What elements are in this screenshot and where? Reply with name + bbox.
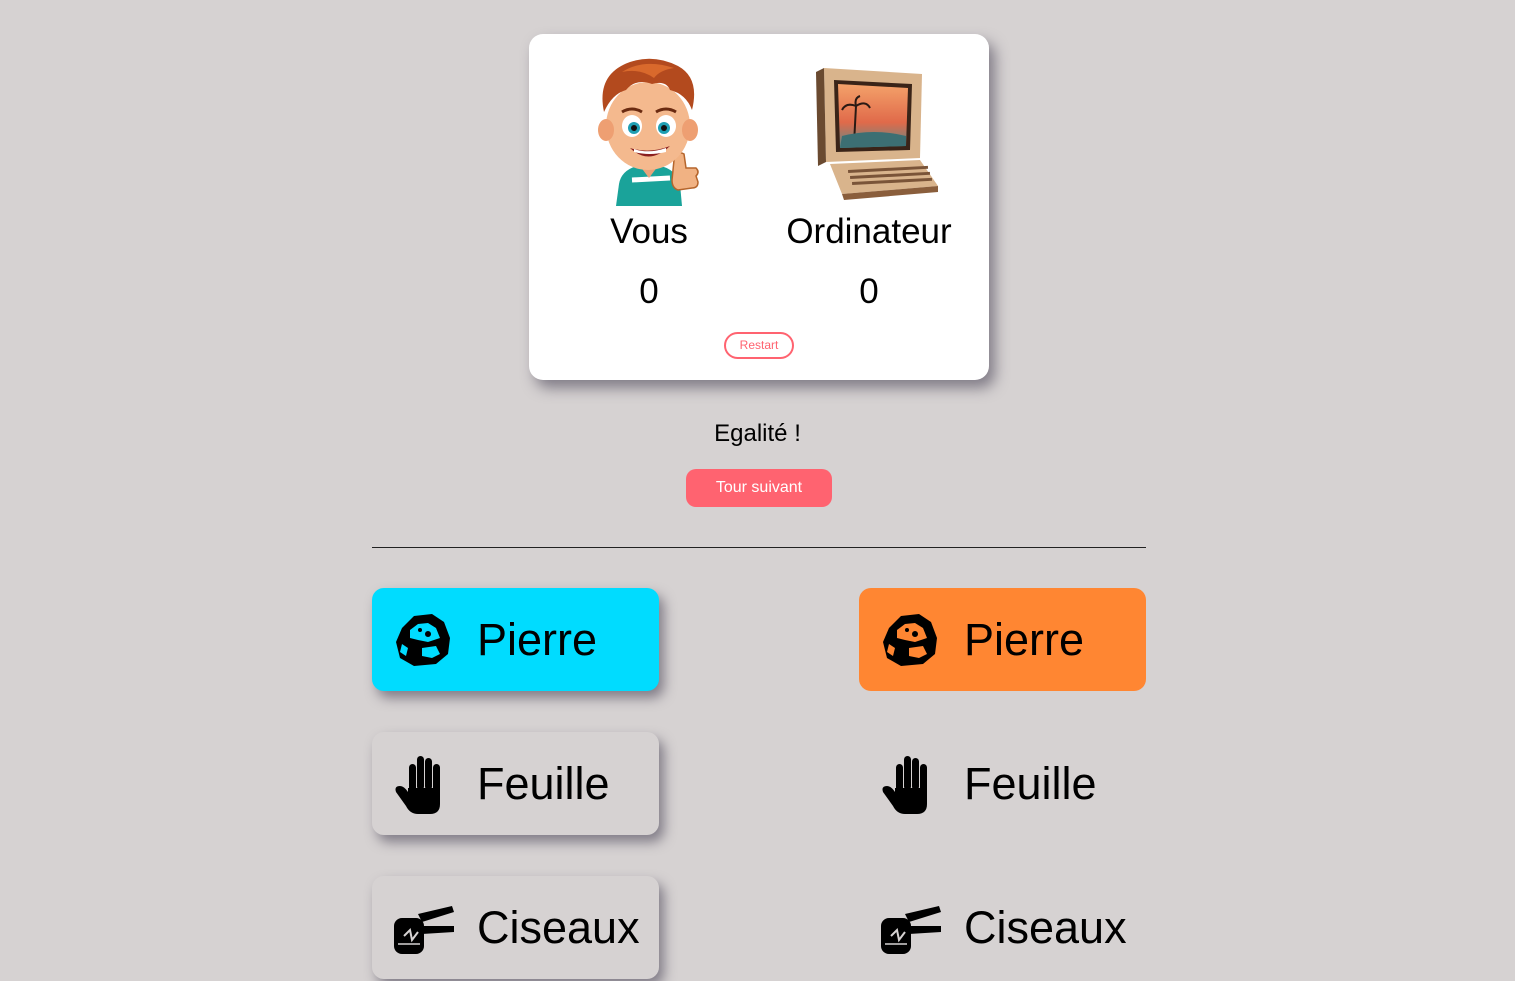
next-round-button[interactable]: Tour suivant bbox=[686, 469, 832, 507]
scissors-hand-icon bbox=[392, 896, 456, 960]
choice-label: Pierre bbox=[477, 614, 598, 665]
divider bbox=[372, 547, 1146, 548]
choice-label: Ciseaux bbox=[964, 902, 1127, 953]
computer-choice-ciseaux: Ciseaux bbox=[859, 876, 1146, 979]
player-choice-pierre[interactable]: Pierre bbox=[372, 588, 659, 691]
hand-icon bbox=[392, 752, 456, 816]
choice-label: Ciseaux bbox=[477, 902, 640, 953]
computer-choice-feuille: Feuille bbox=[859, 732, 1146, 835]
choice-label: Feuille bbox=[964, 758, 1097, 809]
choice-label: Feuille bbox=[477, 758, 610, 809]
boy-avatar-icon bbox=[598, 58, 699, 206]
computer-score: 0 bbox=[859, 272, 879, 311]
player-score: 0 bbox=[639, 272, 659, 311]
rock-icon bbox=[392, 608, 456, 672]
round-result: Egalité ! bbox=[714, 420, 801, 447]
hand-icon bbox=[879, 752, 943, 816]
retro-computer-icon bbox=[816, 68, 938, 200]
scissors-hand-icon bbox=[879, 896, 943, 960]
player-choice-ciseaux[interactable]: Ciseaux bbox=[372, 876, 659, 979]
player-name: Vous bbox=[610, 212, 688, 251]
player-choice-feuille[interactable]: Feuille bbox=[372, 732, 659, 835]
choice-label: Pierre bbox=[964, 614, 1085, 665]
scoreboard-card: Vous 0 Ordinateur 0 Restart bbox=[529, 34, 989, 380]
rock-icon bbox=[879, 608, 943, 672]
computer-choice-pierre: Pierre bbox=[859, 588, 1146, 691]
restart-button[interactable]: Restart bbox=[724, 332, 794, 359]
computer-name: Ordinateur bbox=[786, 212, 952, 251]
